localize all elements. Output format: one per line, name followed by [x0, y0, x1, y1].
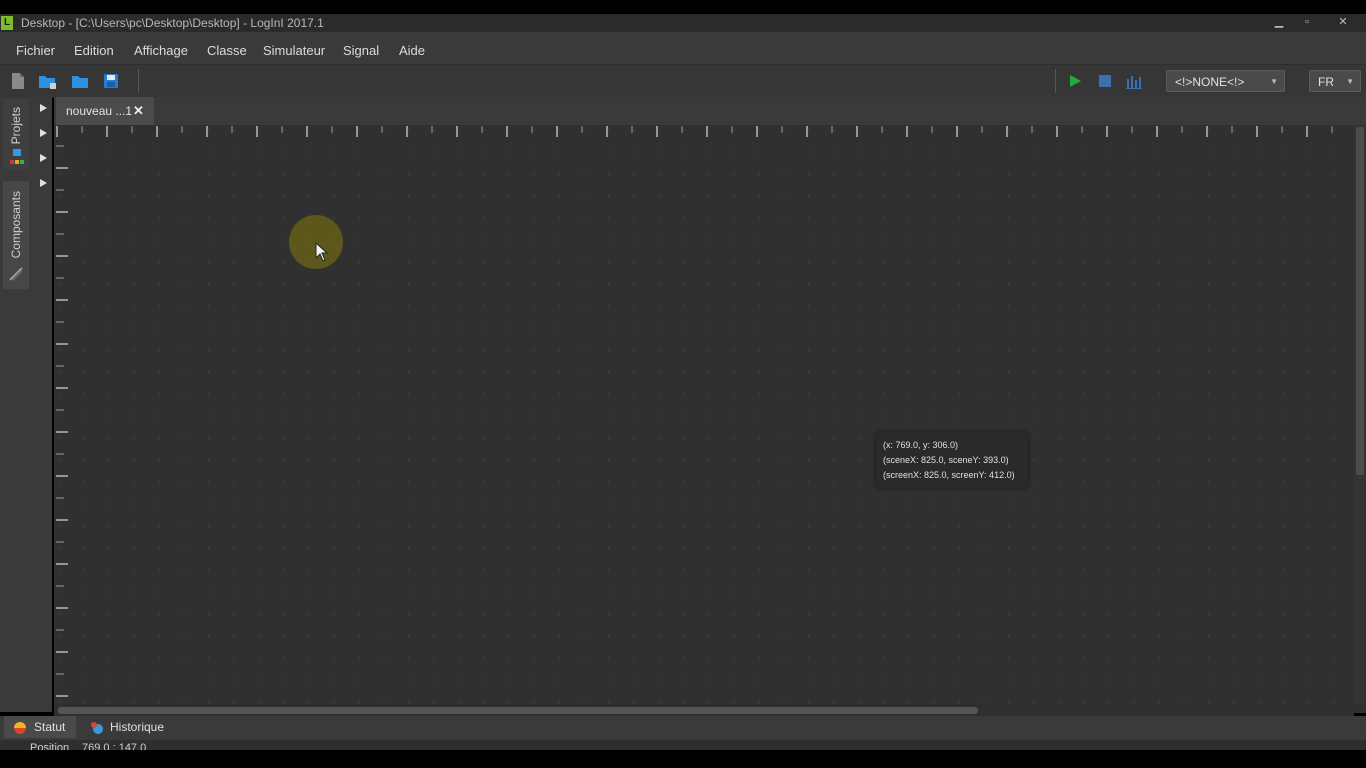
coordinates-tooltip: (x: 769.0, y: 306.0) (sceneX: 825.0, sce… — [876, 432, 1028, 488]
chronogram-icon[interactable] — [1125, 72, 1143, 90]
tab-historique-label: Historique — [110, 720, 165, 734]
vertical-scroll-thumb[interactable] — [1356, 127, 1364, 475]
mouse-pointer-icon — [315, 241, 329, 267]
menu-aide[interactable]: Aide — [399, 43, 425, 58]
horizontal-scroll-thumb[interactable] — [58, 707, 978, 714]
close-window-button[interactable]: ✕ — [1332, 14, 1354, 32]
tab-nouveau[interactable]: nouveau ...1 ✕ — [56, 97, 154, 125]
canvas-grid — [54, 125, 1366, 713]
open-project-icon[interactable] — [38, 72, 56, 90]
stop-simulation-icon[interactable] — [1096, 72, 1114, 90]
tooltip-screen-coords: (screenX: 825.0, screenY: 412.0) — [883, 470, 1015, 480]
menu-edition[interactable]: Edition — [74, 43, 114, 58]
new-file-icon[interactable] — [9, 72, 27, 90]
toolbar-separator — [1055, 69, 1056, 93]
left-side-rail: Projets Composants — [0, 97, 32, 712]
language-select-value: FR — [1318, 75, 1334, 89]
position-label: Position — [30, 742, 70, 750]
bottom-panel-tabs: Statut Historique — [0, 716, 1366, 740]
expand-arrow-icon[interactable] — [40, 129, 47, 137]
history-icon — [90, 720, 104, 742]
app-icon: L — [1, 16, 13, 30]
horizontal-scrollbar[interactable] — [54, 704, 1354, 716]
maximize-button[interactable]: ▫ — [1296, 14, 1318, 32]
tab-nouveau-label: nouveau ...1 — [66, 104, 133, 118]
main-toolbar: <!>NONE<!> ▼ FR ▼ — [0, 64, 1366, 98]
tab-projets-label: Projets — [9, 107, 23, 145]
status-line: Position 769.0 : 147.0 — [0, 740, 1366, 750]
run-simulation-icon[interactable] — [1066, 72, 1084, 90]
menu-signal[interactable]: Signal — [343, 43, 379, 58]
expand-arrow-icon[interactable] — [40, 154, 47, 162]
target-select-value: <!>NONE<!> — [1175, 75, 1245, 89]
expand-arrow-icon[interactable] — [40, 104, 47, 112]
minimize-button[interactable]: ▁ — [1268, 14, 1290, 32]
screen-letterbox — [0, 750, 1366, 768]
components-icon — [9, 267, 23, 284]
panel-expanders — [32, 97, 52, 712]
tab-projets[interactable]: Projets — [3, 99, 29, 169]
status-icon — [13, 720, 27, 742]
title-bar: L Desktop - [C:\Users\pc\Desktop\Desktop… — [0, 14, 1366, 32]
open-folder-icon[interactable] — [71, 72, 89, 90]
window-title: Desktop - [C:\Users\pc\Desktop\Desktop] … — [21, 16, 324, 30]
menu-fichier[interactable]: Fichier — [16, 43, 55, 58]
menu-classe[interactable]: Classe — [207, 43, 247, 58]
tab-composants-label: Composants — [9, 191, 23, 259]
menu-bar: Fichier Edition Affichage Classe Simulat… — [0, 32, 1366, 64]
tab-statut-label: Statut — [34, 720, 66, 734]
expand-arrow-icon[interactable] — [40, 179, 47, 187]
target-select[interactable]: <!>NONE<!> ▼ — [1166, 70, 1285, 92]
diagram-canvas[interactable] — [54, 125, 1366, 713]
menu-simulateur[interactable]: Simulateur — [263, 43, 325, 58]
vertical-scrollbar[interactable] — [1354, 125, 1366, 705]
close-tab-icon[interactable]: ✕ — [133, 97, 144, 125]
tooltip-local-coords: (x: 769.0, y: 306.0) — [883, 440, 959, 450]
tab-historique[interactable]: Historique — [86, 716, 176, 738]
save-icon[interactable] — [102, 72, 120, 90]
chevron-down-icon: ▼ — [1346, 77, 1354, 86]
toolbar-separator — [138, 69, 139, 93]
tab-statut[interactable]: Statut — [4, 716, 76, 738]
tab-composants[interactable]: Composants — [3, 181, 29, 289]
menu-affichage[interactable]: Affichage — [134, 43, 188, 58]
chevron-down-icon: ▼ — [1270, 77, 1278, 86]
language-select[interactable]: FR ▼ — [1309, 70, 1361, 92]
projects-icon — [10, 149, 24, 170]
editor-tab-strip: nouveau ...1 ✕ — [54, 97, 1366, 125]
tooltip-scene-coords: (sceneX: 825.0, sceneY: 393.0) — [883, 455, 1009, 465]
position-value: 769.0 : 147.0 — [82, 742, 147, 750]
